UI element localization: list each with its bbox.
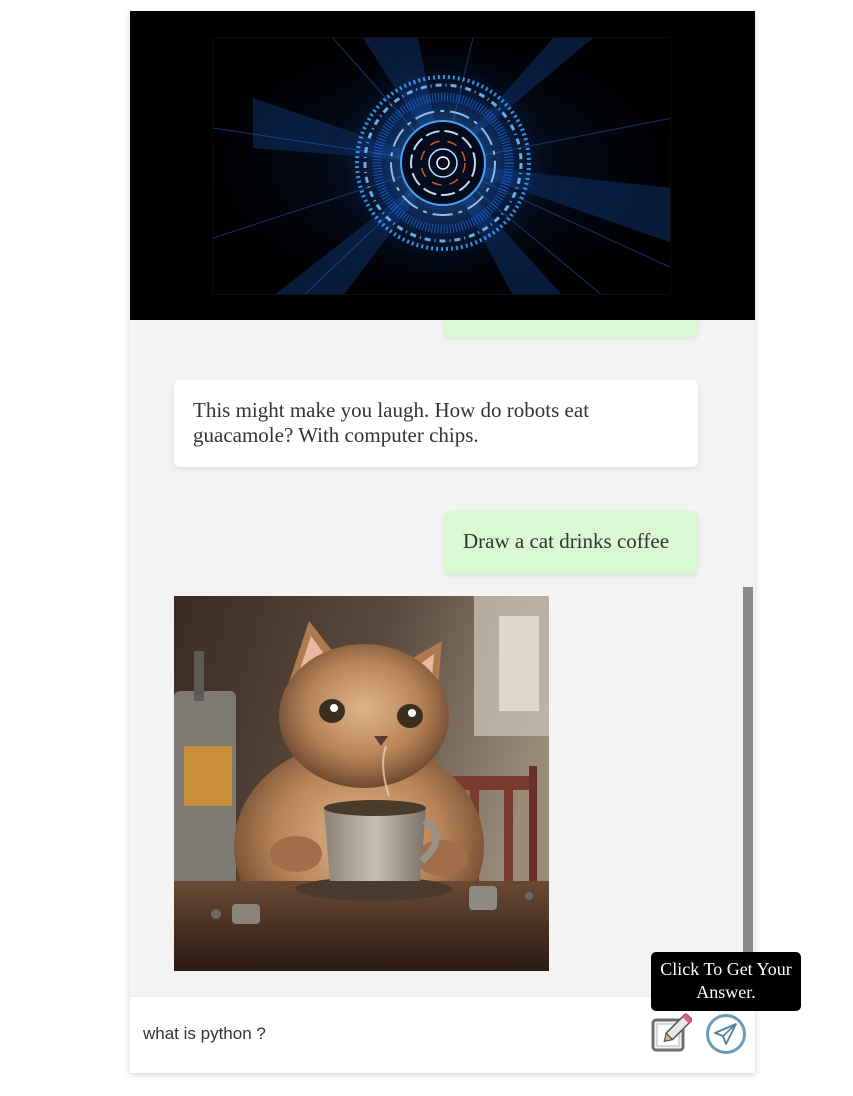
kitten-coffee-image — [174, 596, 549, 971]
send-paper-plane-icon — [706, 1014, 746, 1054]
user-message-bubble: Draw a cat drinks coffee — [444, 511, 698, 574]
bot-message-bubble: This might make you laugh. How do robots… — [174, 380, 698, 467]
send-button[interactable] — [705, 1013, 747, 1055]
edit-pencil-icon — [651, 1013, 693, 1052]
generated-cat-image — [174, 596, 549, 971]
chat-widget: This might make you laugh. How do robots… — [130, 11, 755, 1073]
edit-button[interactable] — [650, 1013, 693, 1055]
message-list[interactable]: This might make you laugh. How do robots… — [130, 320, 755, 996]
question-input[interactable] — [143, 1019, 633, 1049]
hero-animation — [130, 11, 755, 320]
bot-message-text: This might make you laugh. How do robots… — [193, 398, 590, 447]
tooltip-text: Click To Get Your Answer. — [660, 959, 792, 1002]
hero-video-frame — [212, 37, 671, 295]
glowing-ring-icon — [213, 38, 670, 294]
message-scrollbar-thumb[interactable] — [743, 587, 753, 967]
user-message-text: Draw a cat drinks coffee — [463, 529, 670, 553]
answer-tooltip: Click To Get Your Answer. — [651, 952, 801, 1011]
user-message-bubble — [444, 320, 698, 337]
